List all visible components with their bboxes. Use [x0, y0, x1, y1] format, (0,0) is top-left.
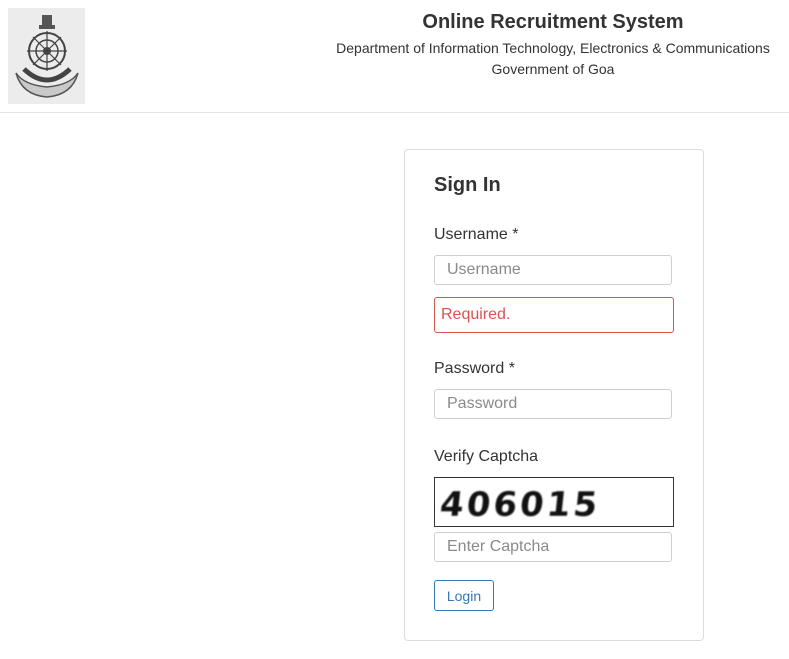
username-input[interactable] — [434, 255, 672, 285]
password-label: Password * — [434, 360, 515, 377]
captcha-image: 406015 — [434, 477, 674, 527]
goa-emblem-logo — [8, 8, 85, 104]
department-name: Department of Information Technology, El… — [336, 40, 770, 56]
site-title: Online Recruitment System — [422, 11, 684, 33]
signin-heading: Sign In — [434, 174, 501, 196]
captcha-input[interactable] — [434, 532, 672, 562]
username-error-message: Required. — [434, 297, 674, 333]
emblem-icon — [14, 15, 79, 98]
password-input[interactable] — [434, 389, 672, 419]
captcha-graphic: 406015 — [438, 485, 602, 525]
government-name: Government of Goa — [491, 61, 615, 77]
username-label: Username * — [434, 226, 519, 243]
login-button[interactable]: Login — [434, 580, 494, 611]
captcha-text: 406015 — [438, 485, 602, 525]
captcha-label: Verify Captcha — [434, 448, 539, 465]
header-title-block: Online Recruitment System Department of … — [318, 8, 788, 80]
signin-card: Sign In Username * Required. Password * … — [404, 149, 704, 641]
site-header: Online Recruitment System Department of … — [0, 0, 789, 113]
